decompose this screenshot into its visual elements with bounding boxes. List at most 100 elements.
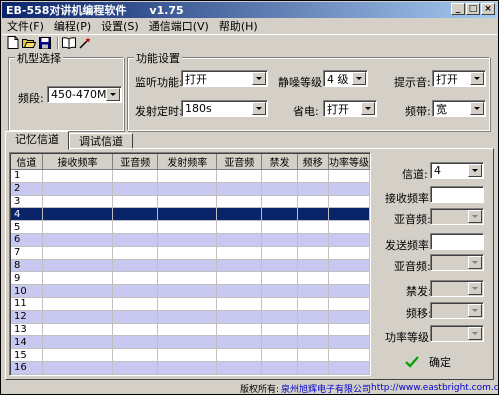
grid-cell[interactable] — [42, 259, 114, 273]
monitor-select[interactable]: 打开 — [181, 70, 268, 87]
col-shift[interactable]: 频移 — [297, 154, 329, 170]
grid-cell[interactable] — [328, 233, 370, 247]
table-row[interactable]: 14 — [11, 335, 370, 350]
menu-settings[interactable]: 设置(S) — [96, 18, 144, 34]
grid-cell[interactable] — [328, 220, 370, 234]
grid-cell[interactable] — [216, 310, 263, 324]
grid-cell[interactable] — [328, 259, 370, 273]
channel-select[interactable]: 4 — [430, 162, 484, 179]
wand-icon[interactable] — [78, 36, 92, 50]
grid-cell[interactable] — [157, 297, 218, 311]
grid-cell[interactable] — [112, 297, 159, 311]
grid-cell[interactable] — [42, 207, 114, 222]
grid-cell[interactable] — [297, 335, 329, 350]
grid-cell[interactable] — [157, 169, 218, 183]
grid-cell[interactable] — [261, 259, 298, 273]
channel-number-cell[interactable]: 14 — [11, 335, 43, 350]
grid-cell[interactable] — [297, 361, 329, 375]
grid-cell[interactable] — [261, 169, 298, 183]
channel-number-cell[interactable]: 1 — [11, 169, 43, 183]
channel-number-cell[interactable]: 16 — [11, 361, 43, 375]
grid-cell[interactable] — [216, 220, 263, 234]
busy-lock-select[interactable] — [430, 280, 484, 297]
grid-cell[interactable] — [328, 182, 370, 196]
grid-cell[interactable] — [42, 310, 114, 324]
table-row[interactable]: 16 — [11, 361, 370, 375]
grid-cell[interactable] — [216, 259, 263, 273]
grid-cell[interactable] — [157, 284, 218, 298]
grid-cell[interactable] — [112, 284, 159, 298]
power-save-select[interactable]: 打开 — [323, 100, 377, 117]
channel-number-cell[interactable]: 6 — [11, 233, 43, 247]
channel-number-cell[interactable]: 8 — [11, 259, 43, 273]
grid-cell[interactable] — [261, 246, 298, 260]
table-row[interactable]: 3 — [11, 195, 370, 209]
grid-cell[interactable] — [216, 323, 263, 337]
channel-number-cell[interactable]: 4 — [11, 207, 43, 222]
grid-cell[interactable] — [297, 348, 329, 362]
grid-cell[interactable] — [328, 284, 370, 298]
band-select[interactable]: 450-470MHz — [47, 86, 122, 103]
table-row[interactable]: 5 — [11, 220, 370, 234]
shift-select[interactable] — [430, 302, 484, 319]
channel-number-cell[interactable]: 12 — [11, 310, 43, 324]
chevron-down-icon[interactable] — [352, 72, 366, 85]
channel-number-cell[interactable]: 15 — [11, 348, 43, 362]
table-row[interactable]: 8 — [11, 259, 370, 273]
table-row[interactable]: 11 — [11, 297, 370, 311]
grid-cell[interactable] — [112, 207, 159, 222]
grid-cell[interactable] — [261, 195, 298, 209]
col-tx-ctcss[interactable]: 亚音频 — [216, 154, 263, 170]
grid-cell[interactable] — [112, 220, 159, 234]
grid-cell[interactable] — [261, 284, 298, 298]
grid-cell[interactable] — [297, 220, 329, 234]
grid-cell[interactable] — [297, 233, 329, 247]
grid-cell[interactable] — [328, 361, 370, 375]
grid-cell[interactable] — [157, 361, 218, 375]
grid-cell[interactable] — [157, 246, 218, 260]
grid-cell[interactable] — [112, 271, 159, 286]
grid-cell[interactable] — [42, 348, 114, 362]
grid-cell[interactable] — [328, 335, 370, 350]
channel-number-cell[interactable]: 9 — [11, 271, 43, 286]
grid-cell[interactable] — [216, 233, 263, 247]
chevron-down-icon[interactable] — [468, 327, 482, 340]
grid-cell[interactable] — [157, 233, 218, 247]
grid-cell[interactable] — [112, 323, 159, 337]
tx-freq-input[interactable] — [430, 233, 484, 250]
grid-cell[interactable] — [216, 246, 263, 260]
grid-cell[interactable] — [157, 323, 218, 337]
new-file-icon[interactable] — [6, 36, 20, 50]
grid-cell[interactable] — [112, 348, 159, 362]
tot-select[interactable]: 180s — [181, 100, 268, 117]
grid-cell[interactable] — [297, 182, 329, 196]
grid-cell[interactable] — [328, 323, 370, 337]
grid-cell[interactable] — [328, 271, 370, 286]
grid-cell[interactable] — [297, 246, 329, 260]
beep-select[interactable]: 打开 — [432, 70, 486, 87]
menu-help[interactable]: 帮助(H) — [214, 18, 263, 34]
grid-cell[interactable] — [157, 195, 218, 209]
menu-comm-port[interactable]: 通信端口(V) — [144, 18, 214, 34]
grid-cell[interactable] — [216, 335, 263, 350]
grid-cell[interactable] — [42, 182, 114, 196]
col-power[interactable]: 功率等级 — [328, 154, 370, 170]
minimize-button[interactable]: _ — [451, 3, 465, 15]
grid-cell[interactable] — [157, 271, 218, 286]
col-busy-lock[interactable]: 禁发 — [261, 154, 298, 170]
grid-cell[interactable] — [261, 182, 298, 196]
close-button[interactable]: × — [481, 3, 495, 15]
grid-cell[interactable] — [328, 246, 370, 260]
grid-cell[interactable] — [216, 195, 263, 209]
grid-cell[interactable] — [261, 361, 298, 375]
chevron-down-icon[interactable] — [468, 256, 482, 269]
tx-ctcss-select[interactable] — [430, 254, 484, 271]
grid-cell[interactable] — [297, 207, 329, 222]
grid-cell[interactable] — [42, 323, 114, 337]
grid-cell[interactable] — [297, 169, 329, 183]
grid-cell[interactable] — [328, 348, 370, 362]
chevron-down-icon[interactable] — [468, 282, 482, 295]
grid-cell[interactable] — [42, 220, 114, 234]
grid-cell[interactable] — [112, 195, 159, 209]
grid-cell[interactable] — [112, 182, 159, 196]
